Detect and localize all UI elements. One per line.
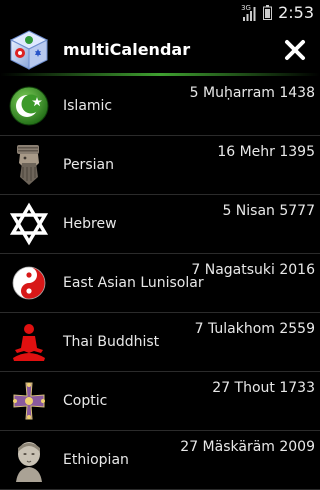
- status-bar: 3G 2:53: [0, 0, 320, 25]
- persian-relief-icon: [8, 143, 50, 187]
- list-item-thai-buddhist[interactable]: Thai Buddhist 7 Tulakhom 2559: [0, 313, 320, 372]
- calendar-date: 7 Tulakhom 2559: [194, 321, 315, 337]
- calendar-name: Islamic: [63, 98, 113, 114]
- calendar-date: 27 Mäskäräm 2009: [180, 439, 315, 455]
- action-bar-divider: [0, 73, 320, 76]
- calendar-date: 16 Mehr 1395: [217, 144, 315, 160]
- app-title: multiCalendar: [63, 40, 191, 59]
- calendar-date: 7 Nagatsuki 2016: [191, 262, 315, 278]
- meditation-icon: [8, 320, 50, 364]
- list-item-east-asian-lunisolar[interactable]: East Asian Lunisolar 7 Nagatsuki 2016: [0, 254, 320, 313]
- star-of-david-icon: [8, 202, 50, 246]
- list-item-coptic[interactable]: Coptic 27 Thout 1733: [0, 372, 320, 431]
- close-icon: [285, 40, 305, 60]
- list-item-ethiopian[interactable]: Ethiopian 27 Mäskäräm 2009: [0, 431, 320, 490]
- calendar-date: 5 Nisan 5777: [222, 203, 315, 219]
- signal-icon: 3G: [241, 4, 257, 22]
- list-item-persian[interactable]: Persian 16 Mehr 1395: [0, 136, 320, 195]
- calendar-name: East Asian Lunisolar: [63, 275, 204, 291]
- yin-yang-icon: [8, 261, 50, 305]
- calendar-list: Islamic 5 Muḥarram 1438 Persian 16 Mehr …: [0, 77, 320, 490]
- clock: 2:53: [278, 3, 314, 22]
- calendar-name: Ethiopian: [63, 452, 129, 468]
- calendar-date: 5 Muḥarram 1438: [189, 85, 315, 101]
- calendar-name: Coptic: [63, 393, 108, 409]
- close-button[interactable]: [280, 35, 310, 65]
- calendar-name: Thai Buddhist: [63, 334, 160, 350]
- calendar-name: Persian: [63, 157, 114, 173]
- list-item-islamic[interactable]: Islamic 5 Muḥarram 1438: [0, 77, 320, 136]
- status-icons: 3G 2:53: [241, 2, 314, 23]
- list-item-hebrew[interactable]: Hebrew 5 Nisan 5777: [0, 195, 320, 254]
- crescent-star-icon: [8, 84, 50, 128]
- battery-icon: [263, 5, 273, 20]
- ethiopian-bust-icon: [8, 438, 50, 482]
- coptic-cross-icon: [8, 379, 50, 423]
- calendar-date: 27 Thout 1733: [212, 380, 315, 396]
- multicalendar-logo-icon[interactable]: [8, 29, 50, 71]
- calendar-name: Hebrew: [63, 216, 117, 232]
- action-bar: multiCalendar: [0, 25, 320, 75]
